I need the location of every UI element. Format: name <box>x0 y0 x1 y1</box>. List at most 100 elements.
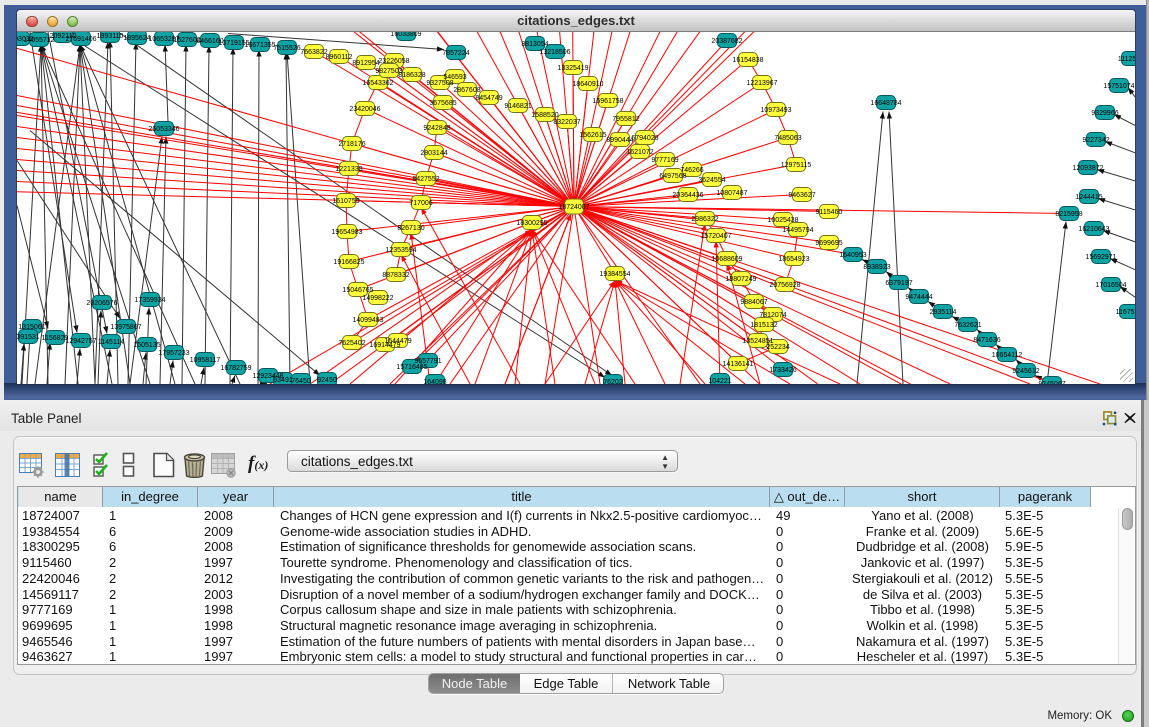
svg-text:12975115: 12975115 <box>781 162 812 169</box>
svg-text:9884067: 9884067 <box>740 299 767 306</box>
svg-text:7625402: 7625402 <box>338 340 365 347</box>
svg-text:3675685: 3675685 <box>429 100 456 107</box>
svg-text:16671355: 16671355 <box>244 42 275 49</box>
svg-text:10958117: 10958117 <box>190 357 221 364</box>
svg-text:12353594: 12353594 <box>385 247 416 254</box>
svg-text:15716485: 15716485 <box>396 364 427 371</box>
svg-text:16648784: 16648784 <box>870 100 901 107</box>
svg-text:16033809: 16033809 <box>390 32 421 38</box>
svg-text:18640910: 18640910 <box>572 81 603 88</box>
svg-text:2986322: 2986322 <box>691 216 718 223</box>
svg-text:9227342: 9227342 <box>1082 137 1109 144</box>
svg-text:7955812: 7955812 <box>612 116 639 123</box>
svg-text:1112541: 1112541 <box>1118 56 1135 63</box>
svg-text:8186328: 8186328 <box>398 72 425 79</box>
svg-text:7812074: 7812074 <box>759 312 786 319</box>
svg-text:19166825: 19166825 <box>333 259 364 266</box>
svg-text:7632621: 7632621 <box>954 322 981 329</box>
svg-text:18724007: 18724007 <box>558 204 589 211</box>
svg-text:8912954: 8912954 <box>352 60 379 67</box>
svg-text:2867608: 2867608 <box>453 87 480 94</box>
svg-text:16543362: 16543362 <box>362 80 393 87</box>
svg-text:1895624: 1895624 <box>123 35 150 42</box>
svg-text:7485063: 7485063 <box>774 135 801 142</box>
svg-text:16154838: 16154838 <box>732 57 763 64</box>
svg-text:18807249: 18807249 <box>725 276 756 283</box>
svg-text:9245612: 9245612 <box>1012 368 1039 375</box>
svg-text:8454749: 8454749 <box>475 95 502 102</box>
svg-text:8878332: 8878332 <box>382 272 409 279</box>
svg-text:1993110: 1993110 <box>97 33 124 40</box>
svg-text:9327508: 9327508 <box>426 80 453 87</box>
svg-text:12942757: 12942757 <box>65 338 96 345</box>
svg-text:20206576: 20206576 <box>86 300 117 307</box>
svg-text:10973493: 10973493 <box>760 107 791 114</box>
svg-text:8960112: 8960112 <box>326 54 353 61</box>
svg-text:2803144: 2803144 <box>420 150 447 157</box>
svg-text:13975867: 13975867 <box>110 324 141 331</box>
svg-text:8267130: 8267130 <box>397 225 424 232</box>
svg-text:6794028: 6794028 <box>631 135 658 142</box>
svg-text:76450: 76450 <box>291 378 311 384</box>
svg-text:1621072: 1621072 <box>626 149 653 156</box>
svg-text:10654112: 10654112 <box>992 352 1023 359</box>
svg-text:1221338: 1221338 <box>335 166 362 173</box>
svg-text:15692971: 15692971 <box>1085 254 1116 261</box>
svg-text:3624554: 3624554 <box>698 177 725 184</box>
svg-text:6497568: 6497568 <box>659 173 686 180</box>
svg-text:20364436: 20364436 <box>672 192 703 199</box>
svg-text:1315061: 1315061 <box>18 324 45 331</box>
svg-text:104221: 104221 <box>708 378 731 384</box>
svg-text:8938923: 8938923 <box>863 264 890 271</box>
svg-text:19654983: 19654983 <box>331 229 362 236</box>
svg-text:252234: 252234 <box>766 344 789 351</box>
svg-text:164098: 164098 <box>423 379 446 384</box>
svg-text:1610755: 1610755 <box>332 198 359 205</box>
svg-text:15046765: 15046765 <box>342 287 373 294</box>
svg-text:1244415: 1244415 <box>1075 194 1102 201</box>
svg-text:17957233: 17957233 <box>158 350 189 357</box>
svg-text:18654923: 18654923 <box>778 256 809 263</box>
svg-text:1145114: 1145114 <box>98 339 124 346</box>
svg-text:1505135: 1505135 <box>133 342 160 349</box>
svg-text:10807487: 10807487 <box>716 190 747 197</box>
svg-text:14495794: 14495794 <box>782 227 813 234</box>
svg-text:9115460: 9115460 <box>816 209 843 216</box>
svg-text:17016504: 17016504 <box>1095 282 1126 289</box>
svg-text:26053346: 26053346 <box>148 126 179 133</box>
svg-text:8427552: 8427552 <box>412 176 439 183</box>
svg-text:1588520: 1588520 <box>531 112 558 119</box>
svg-text:15751074: 15751074 <box>1103 83 1134 90</box>
svg-text:7857224: 7857224 <box>442 50 469 57</box>
svg-text:1640953: 1640953 <box>839 252 866 259</box>
svg-text:8215958: 8215958 <box>1055 211 1082 218</box>
svg-text:23226058: 23226058 <box>378 58 409 65</box>
svg-text:9146821: 9146821 <box>504 103 531 110</box>
svg-text:76202: 76202 <box>603 379 623 384</box>
svg-text:9777169: 9777169 <box>651 157 678 164</box>
svg-text:9242848: 9242848 <box>423 125 450 132</box>
svg-text:20756928: 20756928 <box>769 282 800 289</box>
svg-text:16961758: 16961758 <box>592 98 623 105</box>
svg-text:14099483: 14099483 <box>352 317 383 324</box>
svg-text:15720407: 15720407 <box>700 233 731 240</box>
svg-text:1815132: 1815132 <box>750 322 777 329</box>
svg-text:10025438: 10025438 <box>767 217 798 224</box>
svg-text:391531: 391531 <box>17 334 40 341</box>
svg-text:18300295: 18300295 <box>516 220 547 227</box>
svg-text:7663822: 7663822 <box>300 49 327 56</box>
svg-text:14136141: 14136141 <box>722 361 753 368</box>
svg-text:1644479: 1644479 <box>384 338 411 345</box>
svg-text:13325419: 13325419 <box>557 65 588 72</box>
svg-text:2718176: 2718176 <box>338 141 365 148</box>
svg-text:746266: 746266 <box>680 167 703 174</box>
svg-text:7515526: 7515526 <box>273 45 300 52</box>
svg-text:17359934: 17359934 <box>134 297 165 304</box>
svg-text:92450: 92450 <box>317 377 337 384</box>
svg-text:12213967: 12213967 <box>746 80 777 87</box>
svg-text:9474444: 9474444 <box>905 294 932 301</box>
svg-text:8990444: 8990444 <box>606 137 633 144</box>
svg-text:546593: 546593 <box>443 74 466 81</box>
svg-text:8813054: 8813054 <box>521 41 548 48</box>
svg-text:16782759: 16782759 <box>220 365 251 372</box>
